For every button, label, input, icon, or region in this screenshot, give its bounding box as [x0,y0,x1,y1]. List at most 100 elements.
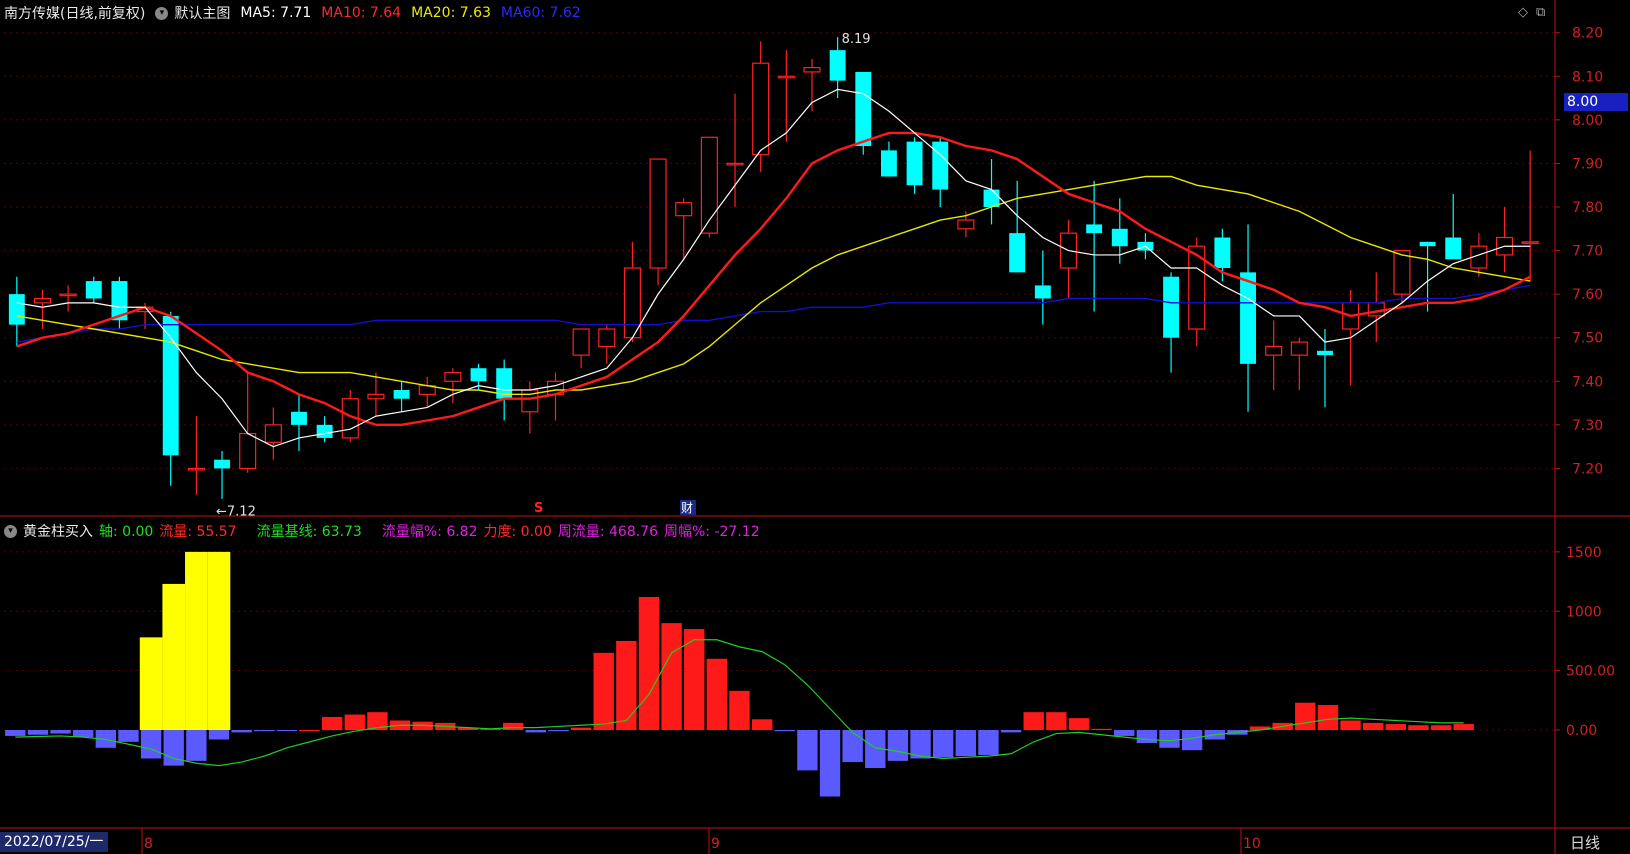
flow-bar [887,730,909,761]
candle-body [8,294,25,325]
flow-bar [1068,718,1090,730]
template-label[interactable]: 默认主图 [174,3,230,23]
time-tick-label: 9 [711,836,720,852]
flow-bar [1046,712,1067,730]
flow-bar [1000,730,1022,733]
week-amp-label: 周幅%: -27.12 [664,524,760,540]
candle-body [187,467,205,471]
price-tick-label: 7.60 [1572,287,1603,303]
chevron-down-icon[interactable]: ▾ [4,524,17,538]
value-tick-label: 500.00 [1566,664,1615,680]
flow-bar [525,730,547,733]
window-controls: ◇ ⧉ [1518,5,1545,20]
flow-bar [819,730,841,797]
candle-body [675,202,693,217]
candle-body [316,424,333,438]
flow-bar [570,727,592,730]
flow-bar [140,730,162,759]
restore-icon[interactable]: ⧉ [1536,5,1545,20]
candle-body [1445,237,1462,260]
candle-body [1317,350,1333,356]
stock-title: 南方传媒(日线,前复权) [4,6,146,22]
flow-bar [299,730,320,731]
flow-bar [1317,705,1339,730]
low-price-marker: ←7.12 [216,504,256,519]
flow-bar [503,722,524,730]
main-chart-header: 南方传媒(日线,前复权) ▾ 默认主图 MA5: 7.71 MA10: 7.64… [0,2,581,24]
flow-bar [1453,724,1474,730]
flow-bar [842,730,863,763]
candle-body [803,66,821,73]
ma5-line [16,88,1531,448]
event-marker-cai: 财 [681,501,693,515]
candle-body [367,393,385,400]
flow-bar [1295,702,1316,730]
flow-label: 流量: 55.57 [159,524,237,540]
ma20-line [16,175,1531,396]
force-label: 力度: 0.00 [483,524,552,540]
flow-bar [978,730,999,755]
price-tick-label: 7.70 [1572,244,1603,260]
candle-body [855,71,872,146]
flow-amp-label: 流量幅%: 6.82 [381,524,478,540]
candle-body [1086,224,1103,234]
flow-bar [344,714,365,730]
ma20-label: MA20: 7.63 [411,5,491,21]
period-label[interactable]: 日线 [1570,832,1600,853]
candle-body [906,141,923,186]
flow-bar [118,730,139,742]
flow-bar [751,719,773,730]
cursor-date: 2022/07/25/一 [0,832,108,852]
price-tick-label: 7.40 [1572,374,1603,390]
price-tick-label: 8.20 [1572,26,1603,42]
flow-bar [955,730,976,757]
flow-bar [1340,720,1361,730]
flow-bar [1181,730,1203,751]
candle-body [829,50,846,81]
candle-body [1393,249,1411,295]
event-marker-s: S [534,501,543,516]
candle-body [1290,341,1308,356]
flow-bar [1114,730,1135,736]
candle-body [649,158,667,269]
candle-body [470,368,487,382]
candle-body [880,150,897,177]
flow-bar [5,730,26,736]
candle-body [291,411,307,425]
gold-bar [185,551,208,730]
flow-bar [1385,724,1406,730]
flow-bar [1023,712,1044,730]
flow-bar [616,640,637,730]
flow-bar [254,730,275,732]
gold-bar [139,637,163,730]
flow-bar [932,730,954,758]
flow-bar [231,730,252,733]
price-tick-label: 7.80 [1572,200,1603,216]
value-tick-label: 0.00 [1566,723,1597,739]
candle-body [59,293,77,297]
ma60-label: MA60: 7.62 [500,5,581,21]
flow-bar [50,730,71,734]
candle-body [264,424,282,443]
flow-bar [73,730,94,738]
flow-bar [208,730,230,740]
candle-body [932,141,949,190]
ma10-label: MA10: 7.64 [321,5,402,21]
candle-body [33,297,52,304]
chart-canvas: 8.20 8.10 8.00 7.90 7.80 7.70 7.60 7.50 7.40 7.30… [0,0,1630,854]
candle-body [700,136,718,234]
candle-body [1367,302,1385,317]
flow-bar [1408,725,1429,730]
flow-bar [27,730,49,735]
candle-body [1265,345,1283,356]
diamond-icon[interactable]: ◇ [1518,5,1528,20]
flow-bar [321,716,343,730]
flow-bar [1430,725,1452,730]
candle-body [1034,285,1051,299]
candle-body [444,371,462,382]
candle-body [777,75,795,79]
chevron-down-icon[interactable]: ▾ [155,6,169,20]
indicator-name[interactable]: 黄金柱买入 [23,521,93,541]
flow-bar [638,597,660,730]
candle-body [1240,272,1256,364]
